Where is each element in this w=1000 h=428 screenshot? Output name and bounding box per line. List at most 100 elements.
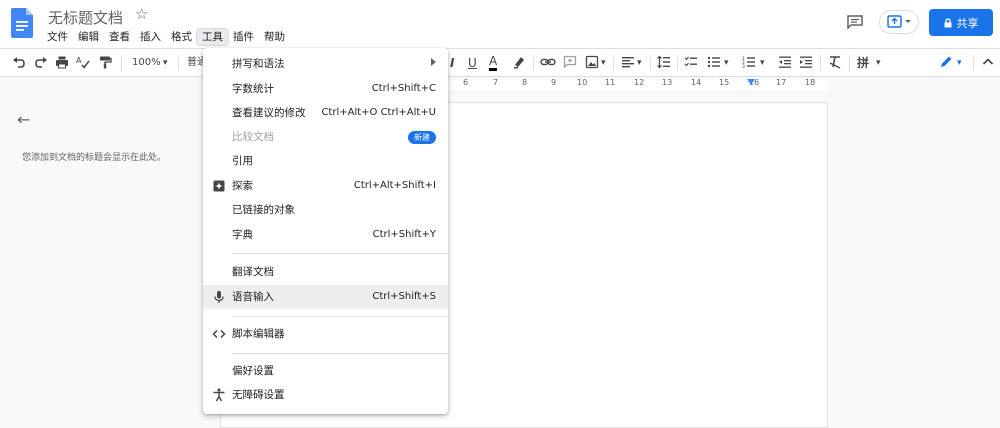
menu-item-citations[interactable]: 引用 — [203, 149, 448, 173]
menu-item-label: 查看建议的修改 — [232, 107, 306, 119]
menu-item-label: 偏好设置 — [232, 365, 274, 377]
menu-item-compare-documents[interactable]: 比较文档 新建 — [203, 125, 448, 149]
menu-file[interactable]: 文件 — [42, 29, 73, 45]
menu-item-spelling-grammar[interactable]: 拼写和语法 — [203, 52, 448, 76]
align-left-icon[interactable] — [621, 55, 635, 73]
highlight-icon[interactable] — [512, 55, 526, 73]
menu-item-label: 语音输入 — [232, 291, 274, 303]
menu-format[interactable]: 格式 — [166, 29, 197, 45]
submenu-arrow-icon — [431, 58, 436, 66]
outline-hint: 您添加到文档的标题会显示在此处。 — [22, 153, 167, 163]
menu-addons[interactable]: 插件 — [228, 29, 259, 45]
tools-menu: 拼写和语法 字数统计 Ctrl+Shift+C 查看建议的修改 Ctrl+Alt… — [203, 48, 448, 414]
menu-item-review-suggestions[interactable]: 查看建议的修改 Ctrl+Alt+O Ctrl+Alt+U — [203, 101, 448, 125]
menu-divider — [232, 316, 448, 317]
clear-formatting-icon[interactable] — [828, 55, 842, 73]
menu-item-linked-objects[interactable]: 已链接的对象 — [203, 198, 448, 222]
menu-item-label: 比较文档 — [232, 131, 274, 143]
menu-item-preferences[interactable]: 偏好设置 — [203, 359, 448, 383]
ruler-label: 11 — [605, 78, 616, 87]
svg-text:3: 3 — [742, 64, 745, 69]
menu-item-translate-document[interactable]: 翻译文档 — [203, 260, 448, 284]
ruler-label: 13 — [662, 78, 673, 87]
menu-item-label: 已链接的对象 — [232, 204, 295, 216]
menu-item-label: 无障碍设置 — [232, 389, 285, 401]
editing-mode-icon[interactable] — [939, 55, 953, 73]
increase-indent-icon[interactable] — [799, 55, 813, 73]
menu-tools[interactable]: 工具 — [196, 28, 229, 46]
menu-item-label: 脚本编辑器 — [232, 328, 285, 340]
menu-item-label: 翻译文档 — [232, 266, 274, 278]
menu-item-dictionary[interactable]: 字典 Ctrl+Shift+Y — [203, 223, 448, 247]
input-tools-dropdown-icon[interactable]: ▾ — [876, 55, 881, 71]
align-dropdown-icon[interactable]: ▾ — [637, 55, 642, 71]
ruler-label: 15 — [719, 78, 730, 87]
image-dropdown-icon[interactable]: ▾ — [601, 55, 606, 71]
input-tools-button[interactable]: 拼 — [857, 55, 869, 71]
present-button[interactable] — [879, 10, 919, 34]
lock-icon — [944, 17, 951, 27]
italic-button[interactable]: I — [450, 55, 454, 71]
ruler-label: 14 — [691, 78, 702, 87]
svg-text:A: A — [76, 56, 82, 65]
ruler-label: 10 — [577, 78, 588, 87]
comments-icon[interactable] — [847, 14, 863, 30]
menu-bar: 文件 编辑 查看 插入 格式 工具 插件 帮助 — [42, 28, 290, 46]
ruler-label: 7 — [493, 78, 499, 87]
menu-divider — [232, 253, 448, 254]
toolbar: A 100% ▾ 普通 I U A ▾ ▾ ▾ 123 ▾ 拼 ▾ ▾ — [0, 48, 1000, 77]
menu-item-shortcut: Ctrl+Shift+C — [371, 83, 436, 94]
menu-item-shortcut: Ctrl+Alt+Shift+I — [353, 180, 436, 191]
share-label: 共享 — [956, 16, 979, 30]
bullet-dropdown-icon[interactable]: ▾ — [724, 55, 729, 71]
menu-item-accessibility-settings[interactable]: 无障碍设置 — [203, 383, 448, 407]
link-icon[interactable] — [540, 55, 556, 73]
menu-edit[interactable]: 编辑 — [73, 29, 104, 45]
ruler-label: 9 — [551, 78, 557, 87]
decrease-indent-icon[interactable] — [778, 55, 792, 73]
menu-item-word-count[interactable]: 字数统计 Ctrl+Shift+C — [203, 77, 448, 101]
text-color-button[interactable]: A — [489, 55, 498, 71]
redo-icon[interactable] — [34, 55, 48, 73]
menu-insert[interactable]: 插入 — [135, 29, 166, 45]
underline-button[interactable]: U — [468, 55, 477, 71]
menu-item-shortcut: Ctrl+Alt+O Ctrl+Alt+U — [321, 107, 436, 118]
zoom-dropdown-icon[interactable]: ▾ — [163, 55, 168, 71]
undo-icon[interactable] — [12, 55, 26, 73]
menu-view[interactable]: 查看 — [104, 29, 135, 45]
menu-item-label: 字数统计 — [232, 83, 274, 95]
spellcheck-icon[interactable]: A — [76, 55, 90, 73]
comment-add-icon[interactable] — [563, 55, 577, 73]
checklist-icon[interactable] — [684, 55, 698, 73]
ruler-label: 6 — [463, 78, 469, 87]
star-icon[interactable]: ☆ — [135, 5, 148, 23]
menu-item-explore[interactable]: 探索 Ctrl+Alt+Shift+I — [203, 174, 448, 198]
numbered-list-icon[interactable]: 123 — [742, 55, 756, 73]
collapse-menus-icon[interactable] — [982, 55, 994, 73]
menu-item-voice-typing[interactable]: 语音输入 Ctrl+Shift+S — [203, 285, 448, 309]
bulleted-list-icon[interactable] — [707, 55, 721, 73]
new-badge: 新建 — [408, 131, 436, 144]
menu-item-label: 引用 — [232, 155, 253, 167]
ruler-label: 17 — [776, 78, 787, 87]
image-icon[interactable] — [585, 55, 599, 73]
accessibility-icon — [212, 388, 226, 402]
document-title[interactable]: 无标题文档 — [48, 7, 123, 28]
numbered-dropdown-icon[interactable]: ▾ — [760, 55, 765, 71]
explore-icon — [212, 179, 226, 193]
paint-format-icon[interactable] — [98, 55, 112, 73]
right-indent-marker[interactable] — [747, 79, 755, 85]
line-spacing-icon[interactable] — [657, 55, 671, 73]
menu-item-label: 探索 — [232, 180, 253, 192]
menu-item-script-editor[interactable]: 脚本编辑器 — [203, 322, 448, 346]
zoom-select[interactable]: 100% — [132, 55, 161, 71]
docs-logo-icon[interactable] — [11, 8, 33, 38]
ruler-label: 18 — [805, 78, 816, 87]
print-icon[interactable] — [55, 55, 69, 73]
microphone-icon — [212, 290, 226, 304]
menu-item-label: 字典 — [232, 229, 253, 241]
share-button[interactable]: 共享 — [929, 9, 993, 36]
menu-help[interactable]: 帮助 — [259, 29, 290, 45]
close-outline-arrow-icon[interactable]: ← — [17, 110, 30, 129]
editing-mode-dropdown-icon[interactable]: ▾ — [957, 55, 962, 71]
